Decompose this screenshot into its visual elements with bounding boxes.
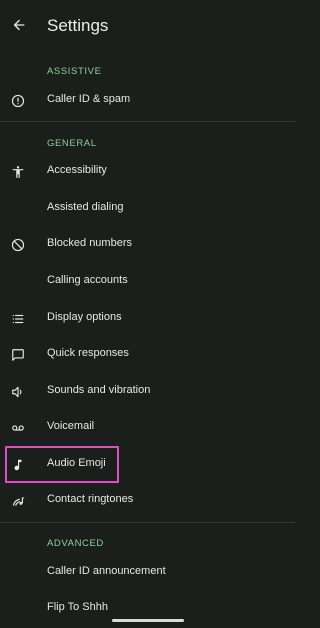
setting-label: Quick responses <box>47 347 129 359</box>
arrow-back-icon <box>11 17 27 33</box>
setting-voicemail[interactable]: Voicemail <box>0 410 295 446</box>
ringtone-icon <box>9 492 27 510</box>
accessibility-icon <box>9 163 27 181</box>
setting-quick-responses[interactable]: Quick responses <box>0 337 295 373</box>
info-circle-icon <box>9 92 27 110</box>
setting-assisted-dialing[interactable]: Assisted dialing <box>0 191 295 227</box>
setting-label: Assisted dialing <box>47 201 124 213</box>
divider <box>0 522 295 523</box>
app-bar: Settings <box>0 0 295 54</box>
setting-label: Accessibility <box>47 164 107 176</box>
setting-caller-id-announcement[interactable]: Caller ID announcement <box>0 555 295 591</box>
gesture-nav-handle[interactable] <box>112 619 184 622</box>
list-icon <box>9 310 27 328</box>
message-icon <box>9 346 27 364</box>
divider <box>0 121 295 122</box>
block-icon <box>9 236 27 254</box>
setting-label: Caller ID announcement <box>47 565 166 577</box>
voicemail-icon <box>9 419 27 437</box>
setting-caller-id-spam[interactable]: Caller ID & spam <box>0 83 295 119</box>
setting-blocked-numbers[interactable]: Blocked numbers <box>0 227 295 263</box>
volume-icon <box>9 383 27 401</box>
setting-label: Contact ringtones <box>47 493 134 505</box>
setting-display-options[interactable]: Display options <box>0 301 295 337</box>
setting-label: Voicemail <box>47 420 95 432</box>
setting-label: Display options <box>47 311 122 323</box>
setting-label: Caller ID & spam <box>47 93 131 105</box>
section-header-general: GENERAL <box>47 138 97 149</box>
back-button[interactable] <box>8 14 30 36</box>
section-header-assistive: ASSISTIVE <box>47 66 102 77</box>
setting-contact-ringtones[interactable]: Contact ringtones <box>0 483 295 519</box>
setting-sounds-vibration[interactable]: Sounds and vibration <box>0 374 295 410</box>
highlight-box <box>5 446 119 483</box>
setting-label: Blocked numbers <box>47 237 132 249</box>
setting-label: Calling accounts <box>47 274 128 286</box>
setting-label: Flip To Shhh <box>47 601 108 613</box>
setting-label: Sounds and vibration <box>47 384 151 396</box>
setting-accessibility[interactable]: Accessibility <box>0 154 295 190</box>
setting-calling-accounts[interactable]: Calling accounts <box>0 264 295 300</box>
page-title: Settings <box>47 16 109 35</box>
section-header-advanced: ADVANCED <box>47 538 104 549</box>
